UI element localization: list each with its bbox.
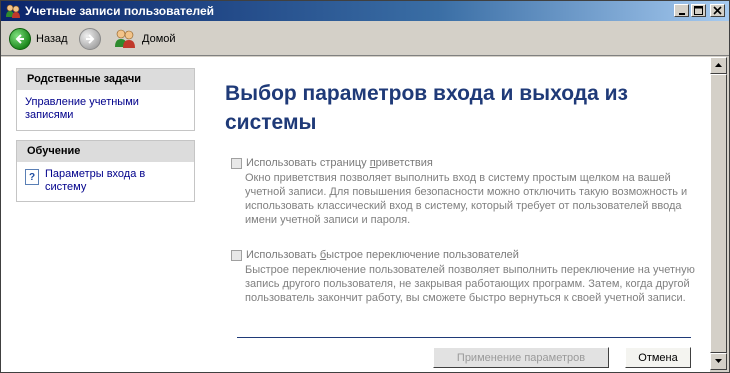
down-arrow-icon bbox=[715, 359, 722, 363]
main-pane: Выбор параметров входа и выхода из систе… bbox=[225, 57, 710, 372]
help-icon: ? bbox=[25, 169, 39, 185]
related-tasks-panel: Родственные задачи Управление учетными з… bbox=[16, 68, 195, 131]
maximize-button[interactable] bbox=[691, 4, 706, 17]
home-label: Домой bbox=[142, 33, 176, 45]
toolbar: Назад Домой bbox=[1, 23, 729, 56]
forward-arrow-icon bbox=[79, 28, 101, 50]
logon-options-help-link[interactable]: ? Параметры входа в систему bbox=[25, 168, 186, 194]
close-icon bbox=[713, 6, 722, 15]
logon-options-help-label: Параметры входа в систему bbox=[45, 168, 146, 193]
divider bbox=[237, 337, 691, 338]
window-title: Учетные записи пользователей bbox=[25, 4, 215, 18]
home-button[interactable]: Домой bbox=[113, 27, 176, 51]
scroll-down-button[interactable] bbox=[710, 353, 727, 370]
back-button[interactable]: Назад bbox=[9, 27, 68, 51]
fast-user-switching-description: Быстрое переключение пользователей позво… bbox=[245, 264, 695, 304]
learning-panel: Обучение ? Параметры входа в систему bbox=[16, 140, 195, 202]
fast-user-switching-checkbox[interactable] bbox=[231, 249, 242, 261]
minimize-button[interactable] bbox=[674, 4, 689, 17]
vertical-scrollbar[interactable] bbox=[710, 57, 727, 370]
welcome-screen-description: Окно приветствия позволяет выполнить вхо… bbox=[245, 172, 688, 226]
welcome-screen-option: Использовать страницу приветствия Окно п… bbox=[231, 157, 691, 227]
forward-button[interactable] bbox=[79, 27, 101, 51]
learning-heading: Обучение bbox=[17, 141, 194, 162]
back-label: Назад bbox=[36, 33, 68, 45]
page-title: Выбор параметров входа и выхода из систе… bbox=[225, 82, 628, 134]
related-tasks-heading: Родственные задачи bbox=[17, 69, 194, 90]
content-area: Родственные задачи Управление учетными з… bbox=[1, 57, 710, 372]
welcome-screen-checkbox[interactable] bbox=[231, 157, 242, 169]
manage-accounts-link[interactable]: Управление учетными записями bbox=[25, 96, 186, 122]
up-arrow-icon bbox=[715, 63, 722, 67]
welcome-screen-label: Использовать страницу приветствия bbox=[246, 157, 433, 169]
scroll-up-button[interactable] bbox=[710, 57, 727, 74]
maximize-icon bbox=[694, 6, 703, 15]
user-accounts-window: Учетные записи пользователей Назад Домой… bbox=[0, 0, 730, 373]
close-button[interactable] bbox=[710, 4, 725, 17]
cancel-button[interactable]: Отмена bbox=[625, 347, 691, 368]
back-arrow-icon bbox=[9, 28, 31, 50]
left-pane: Родственные задачи Управление учетными з… bbox=[1, 57, 205, 372]
title-bar[interactable]: Учетные записи пользователей bbox=[1, 1, 729, 21]
minimize-icon bbox=[678, 12, 685, 15]
fast-user-switching-label: Использовать быстрое переключение пользо… bbox=[246, 249, 519, 261]
scroll-thumb[interactable] bbox=[710, 74, 727, 353]
users-icon bbox=[5, 3, 21, 19]
home-users-icon bbox=[113, 28, 137, 51]
fast-user-switching-option: Использовать быстрое переключение пользо… bbox=[231, 249, 695, 305]
apply-settings-button[interactable]: Применение параметров bbox=[433, 347, 609, 368]
